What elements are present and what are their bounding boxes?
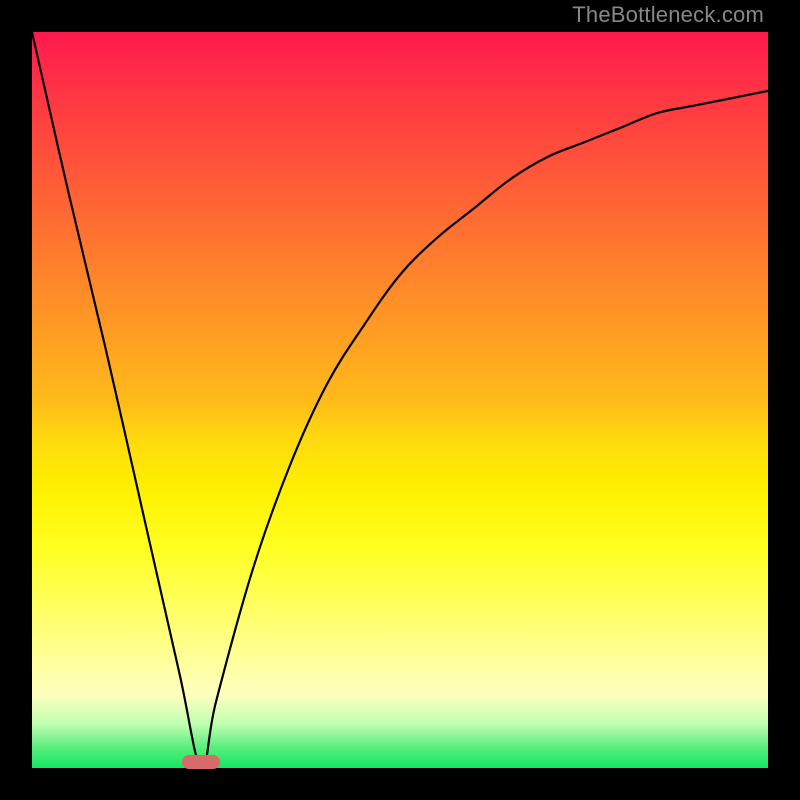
minimum-marker [182, 755, 220, 769]
watermark-text: TheBottleneck.com [572, 2, 764, 28]
chart-frame: TheBottleneck.com [0, 0, 800, 800]
plot-area [32, 32, 768, 768]
bottleneck-curve [32, 32, 768, 768]
curve-svg [32, 32, 768, 768]
